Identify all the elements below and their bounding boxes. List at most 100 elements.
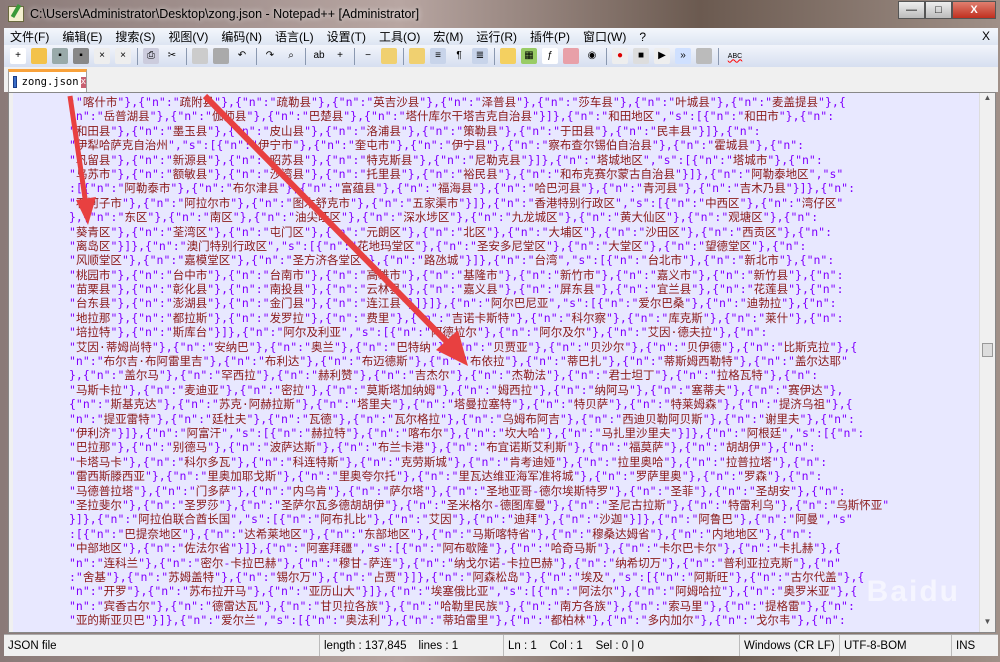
zoom-in-icon[interactable]: +	[332, 48, 348, 64]
find-icon[interactable]: ⌕	[283, 48, 299, 64]
menu-item-5[interactable]: 语言(L)	[275, 28, 314, 45]
menu-item-0[interactable]: 文件(F)	[10, 28, 49, 45]
menu-item-4[interactable]: 编码(N)	[221, 28, 262, 45]
redo-icon[interactable]: ↷	[262, 48, 278, 64]
cut-icon[interactable]: ✂	[164, 48, 180, 64]
vertical-scrollbar[interactable]: ▲ ▼	[979, 93, 995, 632]
scroll-down-icon[interactable]: ▼	[980, 617, 995, 632]
maximize-button[interactable]: □	[925, 1, 952, 19]
punct-token: "},{"n":"	[207, 166, 270, 181]
close-window-button[interactable]: X	[952, 1, 996, 19]
word-wrap-icon[interactable]: ≡	[430, 48, 446, 64]
scroll-thumb[interactable]	[982, 343, 993, 357]
open-file-icon[interactable]	[31, 48, 47, 64]
paste-icon[interactable]	[213, 48, 229, 64]
punct-token: "},{"n":"	[121, 382, 185, 397]
editor[interactable]: :"喀什市"},{"n":"疏附县"},{"n":"疏勒县"},{"n":"英吉…	[8, 92, 996, 633]
status-eol: Windows (CR LF)	[740, 635, 840, 656]
copy-icon[interactable]	[192, 48, 208, 64]
string-token: 德雷达瓦	[211, 598, 258, 613]
scroll-up-icon[interactable]: ▲	[980, 93, 995, 108]
tab-zong-json[interactable]: zong.json x	[8, 69, 87, 92]
string-token: 奎屯市	[354, 138, 390, 153]
string-token: 沙迦	[599, 512, 623, 527]
menu-item-3[interactable]: 视图(V)	[168, 28, 208, 45]
indent-guide-icon[interactable]: ≣	[472, 48, 488, 64]
print-icon[interactable]: ⎙	[143, 48, 159, 64]
string-token: 观塘区	[728, 210, 763, 225]
play-macro-icon[interactable]: ▶	[654, 48, 670, 64]
punct-token: "},{"n":"	[110, 296, 173, 311]
function-list-icon[interactable]: ƒ	[542, 48, 558, 64]
close-all-icon[interactable]: ×	[115, 48, 131, 64]
punct-token: "},{"n":"	[725, 382, 789, 397]
string-token: 托里县	[366, 166, 401, 181]
folder-workspace-icon[interactable]	[563, 48, 579, 64]
string-token: 东区	[124, 210, 148, 225]
punct-token: ","s":[{"n":"	[654, 109, 745, 124]
menu-item-10[interactable]: 插件(P)	[530, 28, 570, 45]
close-document-button[interactable]: X	[982, 29, 990, 43]
punct-token: "},{"n":"	[665, 210, 729, 225]
menu-item-12[interactable]: ?	[639, 30, 646, 44]
run-macro-multiple-icon[interactable]: »	[675, 48, 691, 64]
string-token: 墨玉县	[172, 123, 208, 138]
doc-map-icon[interactable]: ▦	[521, 48, 537, 64]
show-all-chars-icon[interactable]: ¶	[451, 48, 467, 64]
string-token: 裕民县	[463, 166, 498, 181]
string-token: 深水埗区	[403, 210, 450, 225]
menu-item-8[interactable]: 宏(M)	[433, 28, 463, 45]
punct-token: "},{"n":"	[691, 267, 754, 282]
save-icon[interactable]: ▪	[52, 48, 68, 64]
zoom-out-icon[interactable]: −	[360, 48, 376, 64]
string-token: 雷西斯滕西亚	[75, 469, 145, 484]
punct-token: "},{"n":"	[246, 411, 309, 426]
punct-token: "},{"n":"	[248, 339, 311, 354]
punct-token: "},{"n":"	[509, 310, 572, 325]
string-token: 特克斯县	[366, 152, 413, 167]
menu-item-6[interactable]: 设置(T)	[327, 28, 366, 45]
tab-close-icon[interactable]: x	[80, 76, 86, 88]
save-macro-icon[interactable]	[696, 48, 712, 64]
sync-vertical-icon[interactable]	[381, 48, 397, 64]
string-token: 大堂区	[608, 238, 643, 253]
save-all-icon[interactable]: ▪	[73, 48, 89, 64]
editor-line: "卡塔马卡"},{"n":"科尔多瓦"},{"n":"科连特斯"},{"n":"…	[69, 455, 979, 469]
punct-token: "},{"n":"	[497, 166, 560, 181]
close-icon[interactable]: ×	[94, 48, 110, 64]
udl-icon[interactable]	[500, 48, 516, 64]
stop-macro-icon[interactable]: ■	[633, 48, 649, 64]
replace-icon[interactable]: ab	[311, 48, 327, 64]
menu-item-9[interactable]: 运行(R)	[476, 28, 517, 45]
string-token: 里奥加耶戈斯	[207, 469, 277, 484]
new-file-icon[interactable]: +	[10, 48, 26, 64]
menu-item-1[interactable]: 编辑(E)	[62, 28, 102, 45]
spell-check-icon[interactable]: ABC	[724, 48, 746, 64]
record-macro-icon[interactable]: ●	[612, 48, 628, 64]
string-token: 马德普拉塔	[75, 483, 134, 498]
sync-horizontal-icon[interactable]	[409, 48, 425, 64]
toolbar-separator	[256, 47, 257, 65]
punct-token: "},{"n":"	[721, 339, 784, 354]
menu-item-2[interactable]: 搜索(S)	[115, 28, 155, 45]
editor-line: "马斯卡拉"},{"n":"麦迪亚"},{"n":"密拉"},{"n":"莫斯塔…	[69, 383, 979, 397]
string-token: 阿拉尔市	[184, 195, 231, 210]
punct-token: "},{"n":"	[294, 397, 358, 412]
punct-token: "},{"n":"	[149, 411, 212, 426]
text-area[interactable]: :"喀什市"},{"n":"疏附县"},{"n":"疏勒县"},{"n":"英吉…	[69, 95, 979, 632]
string-token: 和田地区	[608, 109, 655, 124]
menu-item-11[interactable]: 窗口(W)	[583, 28, 626, 45]
status-file-type: JSON file	[4, 635, 320, 656]
editor-line: "葵青区"},{"n":"荃湾区"},{"n":"屯门区"},{"n":"元朗区…	[69, 225, 979, 239]
minimize-button[interactable]: —	[898, 1, 925, 19]
punct-token: "},{"n":"	[331, 411, 395, 426]
monitor-icon[interactable]: ◉	[584, 48, 600, 64]
string-token: 卡塔马卡	[75, 454, 122, 469]
string-token: 香港特别行政区	[534, 195, 616, 210]
punct-token: ","s":[{"n":"	[267, 238, 358, 253]
punct-token: "},{"n":"	[400, 282, 464, 297]
undo-icon[interactable]: ↶	[234, 48, 250, 64]
string-token: 阿富汗	[186, 425, 222, 440]
baidu-watermark: Baidu	[866, 575, 960, 608]
menu-item-7[interactable]: 工具(O)	[379, 28, 420, 45]
